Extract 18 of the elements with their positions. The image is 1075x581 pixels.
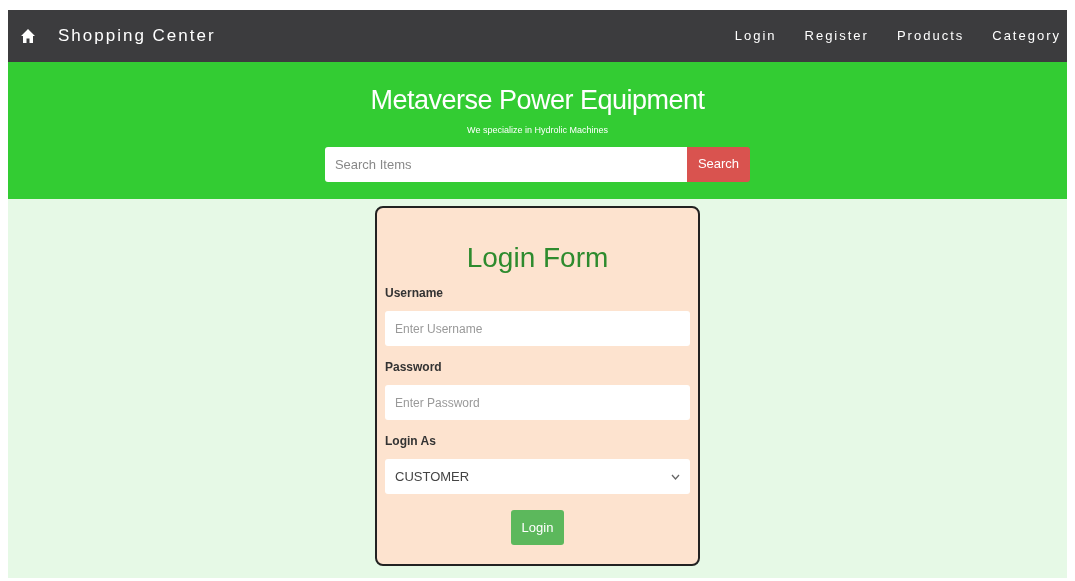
home-icon[interactable]	[20, 28, 36, 44]
nav-link[interactable]: Category	[992, 26, 1061, 46]
username-field[interactable]: Enter Username	[385, 311, 690, 346]
field-label: Login As	[385, 433, 437, 450]
search-button[interactable]: Search	[686, 146, 751, 182]
brand-link[interactable]: Shopping Center	[58, 23, 216, 49]
nav-link[interactable]: Products	[896, 26, 965, 46]
password-field[interactable]: Enter Password	[385, 385, 690, 420]
login-as-select[interactable]: CUSTOMER	[385, 459, 690, 494]
chevron-down-icon	[671, 473, 680, 480]
form-title: Login Form	[465, 242, 610, 274]
nav-link[interactable]: Login	[734, 26, 777, 46]
field-label: Username	[385, 285, 445, 302]
nav-link[interactable]: Register	[804, 26, 869, 46]
site-subtitle: We specialize in Hydrolic Machines	[467, 124, 608, 137]
search-field[interactable]: Search Items	[324, 146, 687, 182]
site-title: Metaverse Power Equipment	[370, 84, 705, 116]
field-label: Password	[385, 359, 443, 376]
